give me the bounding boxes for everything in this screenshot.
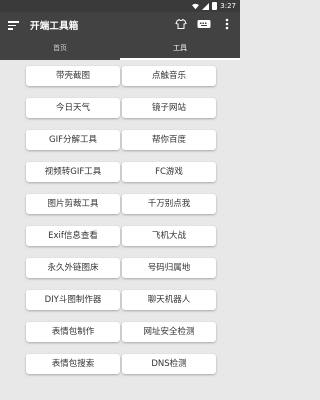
tool-button[interactable]: 千万别点我 bbox=[122, 194, 216, 214]
tool-button[interactable]: 飞机大战 bbox=[122, 226, 216, 246]
app-toolbar: 开端工具箱 bbox=[0, 12, 240, 38]
more-vert-icon[interactable] bbox=[220, 17, 234, 31]
tool-button[interactable]: DIY斗图制作器 bbox=[26, 290, 120, 310]
signal-icon bbox=[202, 2, 210, 10]
app-title: 开端工具箱 bbox=[30, 21, 79, 32]
tool-button[interactable]: 永久外链图床 bbox=[26, 258, 120, 278]
keyboard-icon[interactable] bbox=[197, 17, 211, 31]
status-bar: 3:27 bbox=[0, 0, 240, 12]
tab-bar: 首页 工具 bbox=[0, 38, 240, 60]
tool-button[interactable]: DNS检测 bbox=[122, 354, 216, 374]
tool-button[interactable]: 镜子网站 bbox=[122, 98, 216, 118]
status-time: 3:27 bbox=[220, 2, 236, 10]
shirt-icon[interactable] bbox=[174, 17, 188, 31]
tool-button[interactable]: 表情包制作 bbox=[26, 322, 120, 342]
tab-tools[interactable]: 工具 bbox=[120, 38, 240, 60]
tool-button[interactable]: 号码归属地 bbox=[122, 258, 216, 278]
tool-button[interactable]: 带壳截图 bbox=[26, 66, 120, 86]
tool-button[interactable]: Exif信息查看 bbox=[26, 226, 120, 246]
battery-icon bbox=[212, 2, 218, 10]
tool-button[interactable]: GIF分解工具 bbox=[26, 130, 120, 150]
tool-button[interactable]: 今日天气 bbox=[26, 98, 120, 118]
tab-home[interactable]: 首页 bbox=[0, 38, 120, 60]
tool-button[interactable]: 点触音乐 bbox=[122, 66, 216, 86]
tool-button[interactable]: 聊天机器人 bbox=[122, 290, 216, 310]
status-icons: 3:27 bbox=[192, 1, 236, 11]
tool-button[interactable]: 表情包搜索 bbox=[26, 354, 120, 374]
wifi-icon bbox=[192, 3, 200, 9]
menu-icon[interactable] bbox=[8, 19, 20, 31]
tool-button[interactable]: 图片剪裁工具 bbox=[26, 194, 120, 214]
tool-button[interactable]: 网址安全检测 bbox=[122, 322, 216, 342]
tools-grid: 带壳截图 点触音乐 今日天气 镜子网站 GIF分解工具 帮你百度 视频转GIF工… bbox=[0, 60, 240, 400]
tool-button[interactable]: 帮你百度 bbox=[122, 130, 216, 150]
tool-button[interactable]: FC游戏 bbox=[122, 162, 216, 182]
tool-button[interactable]: 视频转GIF工具 bbox=[26, 162, 120, 182]
